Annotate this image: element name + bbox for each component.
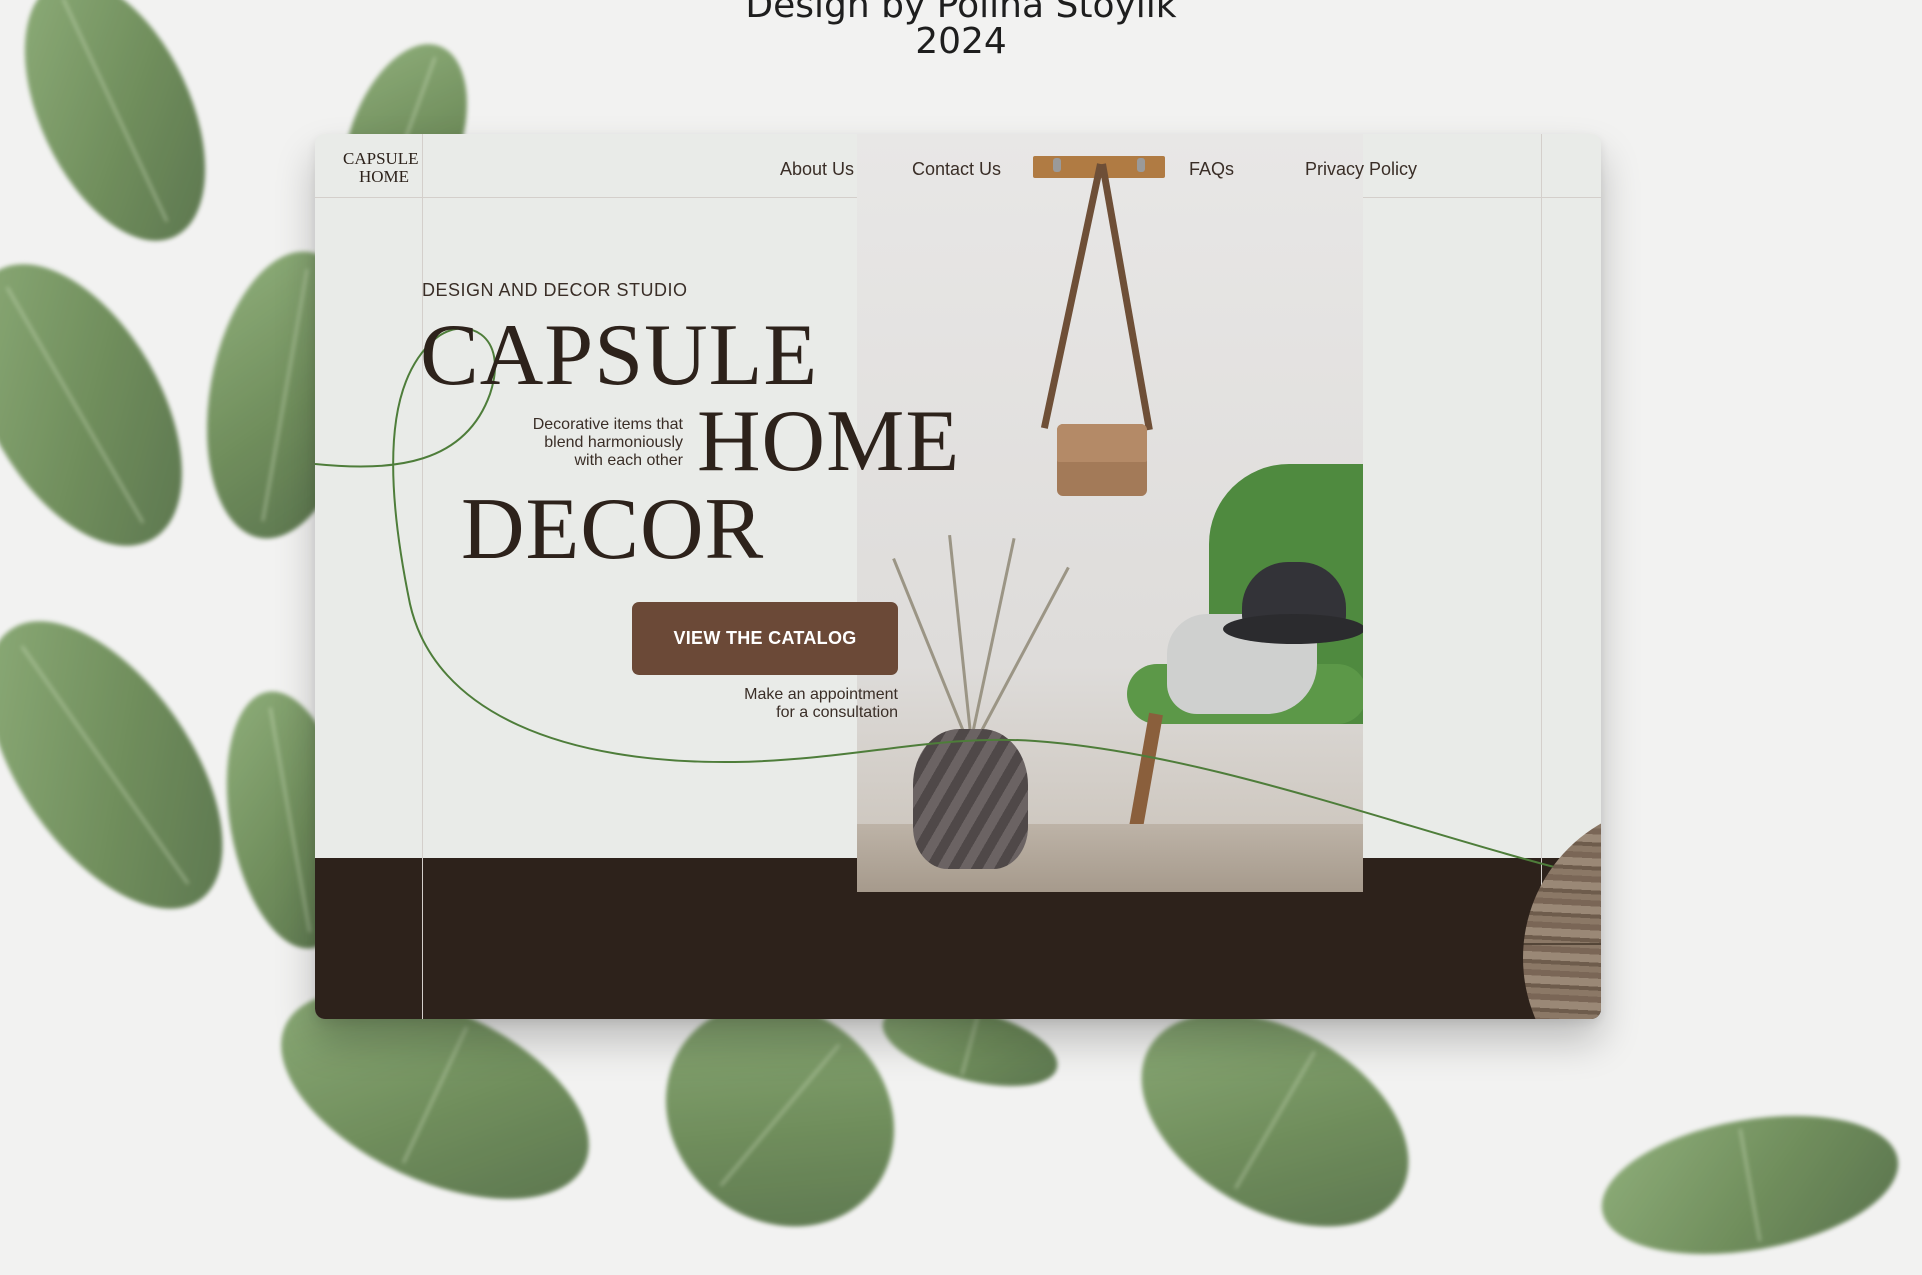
hero-subheading: DESIGN AND DECOR STUDIO <box>422 280 688 300</box>
appointment-line: for a consultation <box>776 704 898 721</box>
tagline-line: blend harmoniously <box>544 434 683 451</box>
leaf-icon <box>0 228 227 582</box>
leaf-icon <box>1590 1094 1910 1275</box>
hero-title-decor: DECOR <box>461 481 765 578</box>
nav-privacy-policy[interactable]: Privacy Policy <box>1305 159 1417 180</box>
website-mockup-card: CAPSULE HOME About Us Contact Us FAQs Pr… <box>315 134 1601 1019</box>
nav-contact-us[interactable]: Contact Us <box>912 159 1001 180</box>
tagline-line: Decorative items that <box>532 416 683 433</box>
view-catalog-button[interactable]: VIEW THE CATALOG <box>632 602 898 675</box>
hero-title-capsule: CAPSULE <box>420 307 819 404</box>
year-caption: 2024 <box>915 21 1007 62</box>
tagline-line: with each other <box>574 452 683 469</box>
nav-about-us[interactable]: About Us <box>780 159 854 180</box>
hero-tagline: Decorative items that blend harmoniously… <box>475 416 683 470</box>
appointment-line: Make an appointment <box>744 686 898 703</box>
appointment-link[interactable]: Make an appointment for a consultation <box>695 686 898 722</box>
nav-faqs[interactable]: FAQs <box>1189 159 1234 180</box>
hero-title-home: HOME <box>697 393 961 490</box>
